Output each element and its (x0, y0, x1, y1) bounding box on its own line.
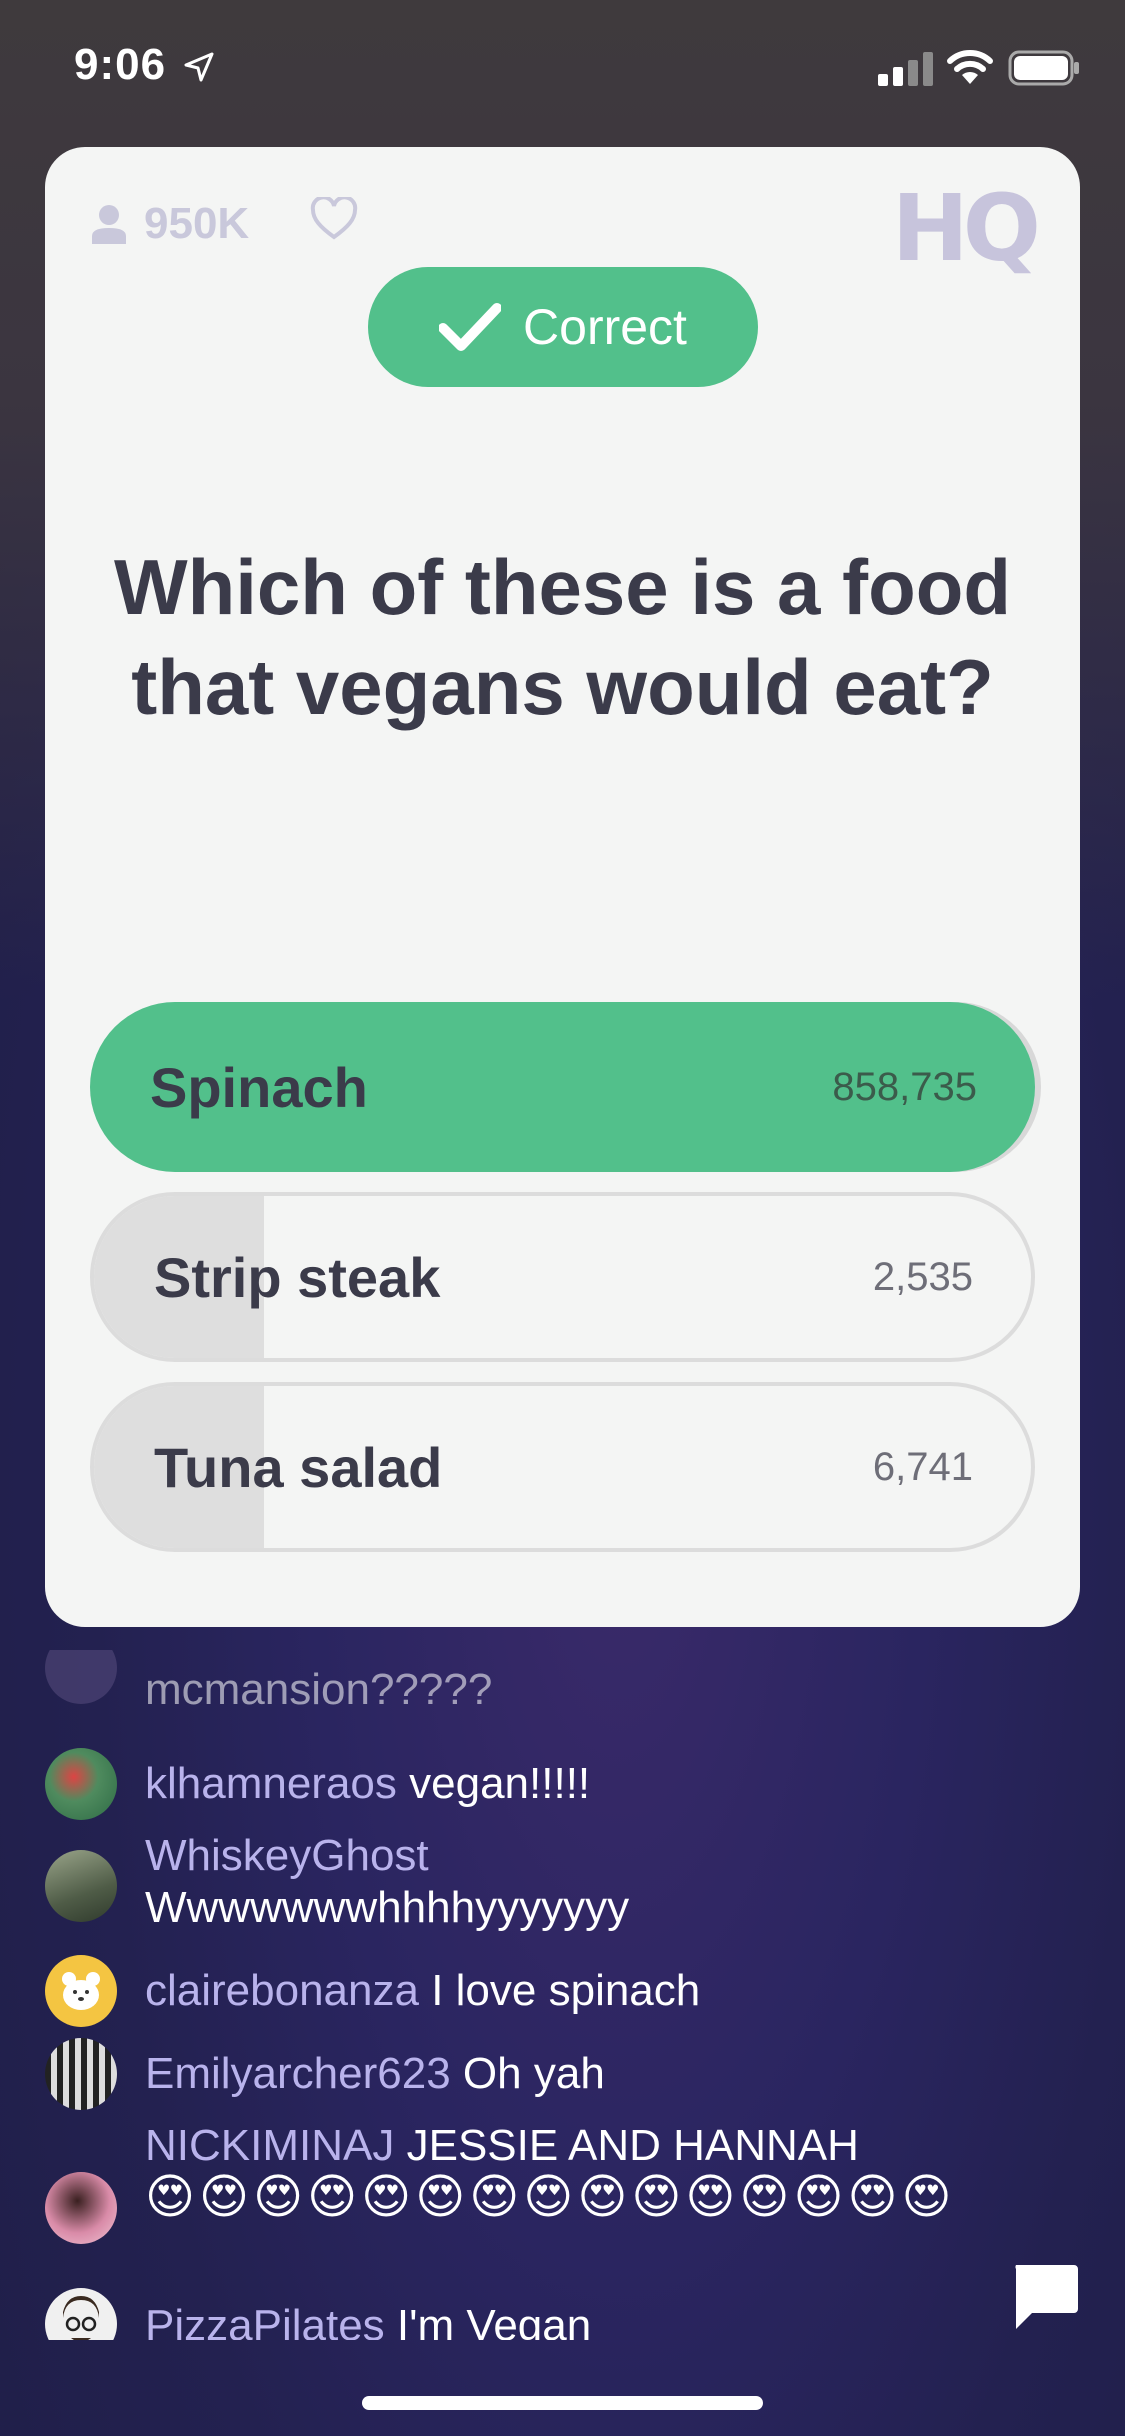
chat-username[interactable]: PizzaPilates (145, 2301, 385, 2340)
wifi-icon (947, 50, 993, 84)
chat-username[interactable]: klhamneraos (145, 1759, 397, 1808)
chat-username[interactable]: NICKIMINAJ (145, 2121, 394, 2170)
answer-count: 6,741 (872, 1444, 973, 1489)
checkmark-icon (439, 303, 502, 351)
answer-option-2: Strip steak 2,535 (90, 1192, 1035, 1362)
chat-message-text: I'm Vegan (396, 2301, 592, 2340)
signal-icon (878, 52, 933, 86)
avatar (45, 1955, 117, 2027)
hq-logo: HQ (891, 175, 1041, 282)
answer-label: Strip steak (154, 1245, 441, 1309)
bear-icon (62, 1972, 100, 2010)
answer-label: Spinach (150, 1055, 368, 1119)
chat-text: mcmansion????? (145, 1664, 1025, 1716)
answer-option-3: Tuna salad 6,741 (90, 1382, 1035, 1552)
avatar (45, 1850, 117, 1922)
chat-message-text: JESSIE AND HANNAH (406, 2121, 859, 2170)
avatar (45, 1650, 117, 1704)
battery-icon (1008, 50, 1079, 86)
avatar-face-icon (63, 2296, 99, 2340)
chat-text: PizzaPilates I'm Vegan (145, 2300, 1025, 2340)
answer-count: 2,535 (872, 1254, 973, 1299)
avatar (45, 2172, 117, 2244)
avatar (45, 2288, 117, 2340)
chat-message-text: I love spinach (431, 1966, 701, 2015)
question-card: 950K HQ Correct Which of these is a food… (45, 147, 1080, 1627)
chat-message-text: Oh yah (462, 2049, 605, 2098)
home-indicator[interactable] (362, 2396, 763, 2410)
answer-option-1: Spinach 858,735 (90, 1002, 1035, 1172)
heart-icon[interactable] (310, 197, 358, 241)
chat-message-text: vegan!!!!! (409, 1759, 591, 1808)
chat-bubble-icon[interactable] (1010, 2263, 1080, 2331)
question-text: Which of these is a food that vegans wou… (113, 543, 1012, 731)
chat-text: clairebonanza I love spinach (145, 1965, 1025, 2017)
answer-label: Tuna salad (154, 1435, 443, 1499)
status-bar: 9:06 (0, 0, 1125, 140)
person-icon (92, 205, 126, 244)
viewer-count-label: 950K (144, 199, 250, 248)
chat-text: NICKIMINAJ JESSIE AND HANNAH 😍😍😍😍😍😍😍😍😍😍😍… (145, 2120, 1025, 2224)
correct-label: Correct (523, 299, 687, 355)
answer-count: 858,735 (832, 1064, 977, 1109)
chat-text: Emilyarcher623 Oh yah (145, 2048, 1025, 2100)
chat-text: WhiskeyGhost Wwwwwwwhhhhyyyyyyy (145, 1830, 1025, 1934)
chat-message-text: mcmansion????? (145, 1665, 493, 1714)
chat-emojis: 😍😍😍😍😍😍😍😍😍😍😍😍😍😍😍 (145, 2171, 956, 2224)
chat-username[interactable]: Emilyarcher623 (145, 2049, 451, 2098)
chat-feed[interactable]: mcmansion????? klhamneraos vegan!!!!! Wh… (0, 1650, 1125, 2340)
chat-message-text: Wwwwwwwhhhhyyyyyyy (145, 1883, 630, 1932)
chat-username[interactable]: WhiskeyGhost (145, 1830, 1025, 1882)
avatar (45, 2038, 117, 2110)
location-arrow-icon (184, 52, 214, 82)
correct-badge: Correct (368, 267, 758, 387)
chat-username[interactable]: clairebonanza (145, 1966, 419, 2015)
chat-text: klhamneraos vegan!!!!! (145, 1758, 1025, 1810)
avatar (45, 1748, 117, 1820)
status-time: 9:06 (74, 40, 167, 89)
viewer-count: 950K (90, 199, 249, 249)
